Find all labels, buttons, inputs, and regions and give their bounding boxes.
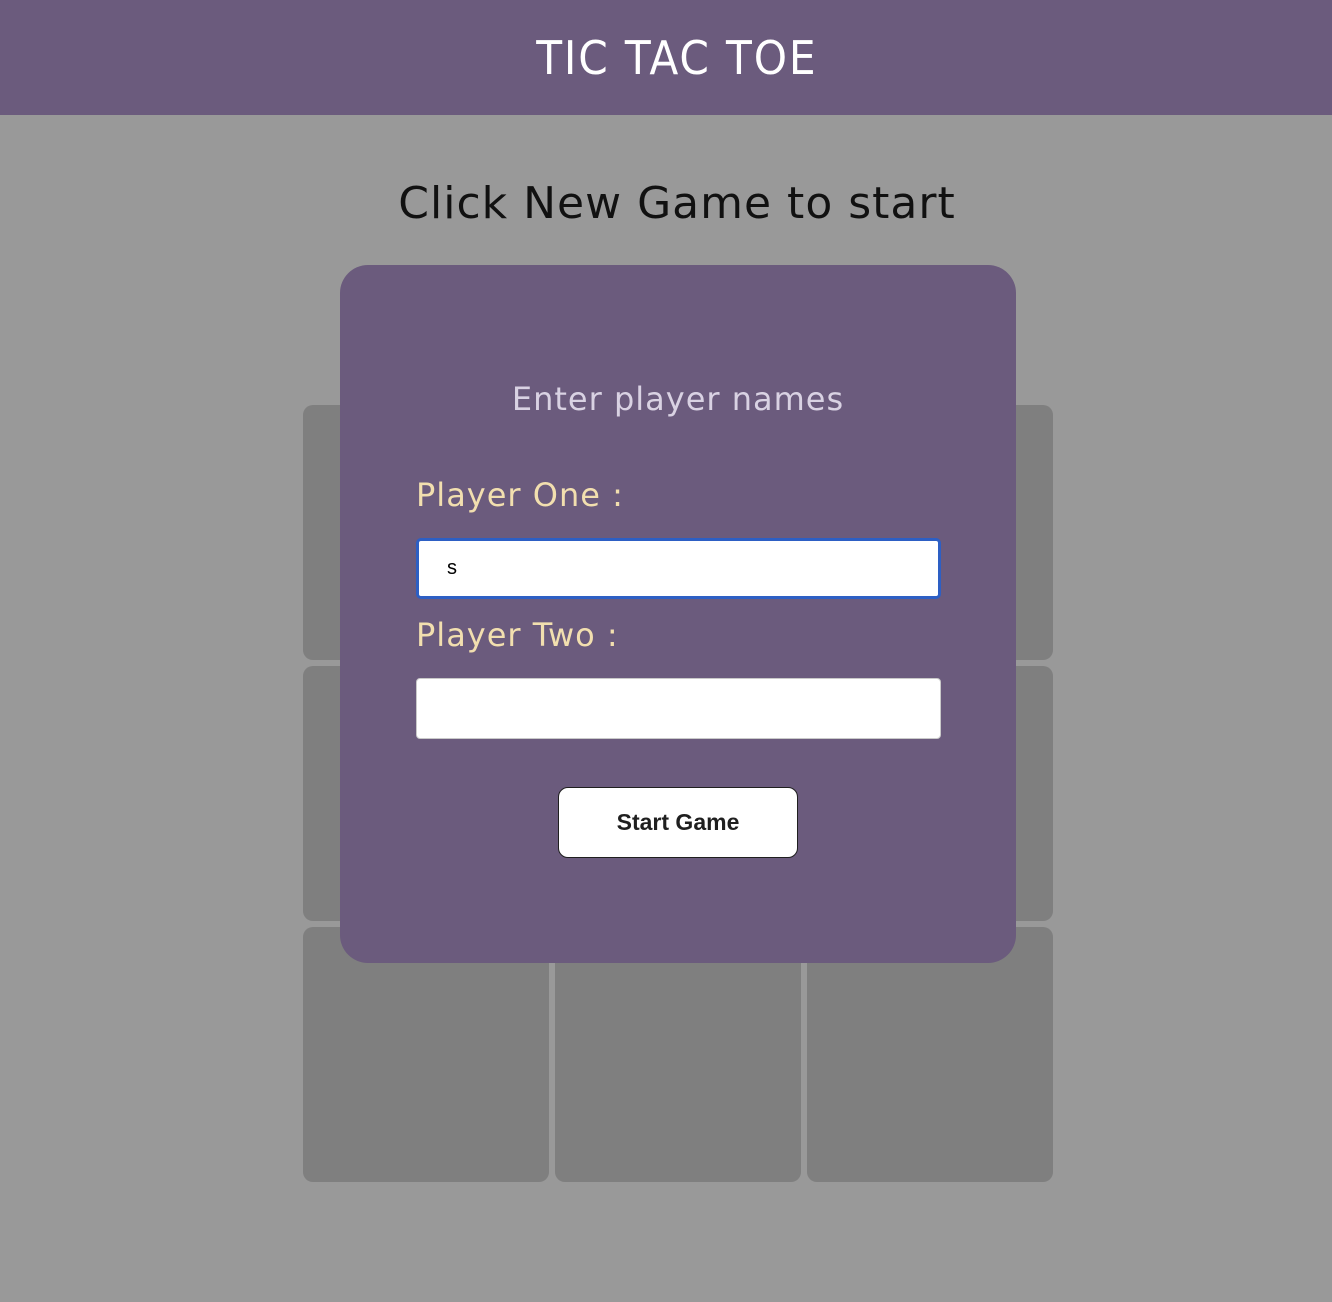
board-cell[interactable] <box>555 927 801 1182</box>
start-game-button[interactable]: Start Game <box>558 787 798 858</box>
player-names-dialog <box>340 265 1016 963</box>
app-header: TIC TAC TOE <box>0 0 1332 115</box>
dialog-title: Enter player names <box>511 380 845 418</box>
board-cell[interactable] <box>303 927 549 1182</box>
board-cell[interactable] <box>807 927 1053 1182</box>
player-one-input[interactable] <box>416 538 941 599</box>
player-two-label: Player Two : <box>416 616 619 654</box>
app-title: TIC TAC TOE <box>536 30 818 85</box>
player-one-label: Player One : <box>416 476 624 514</box>
game-status-message: Click New Game to start <box>398 178 956 229</box>
player-two-input[interactable] <box>416 678 941 739</box>
